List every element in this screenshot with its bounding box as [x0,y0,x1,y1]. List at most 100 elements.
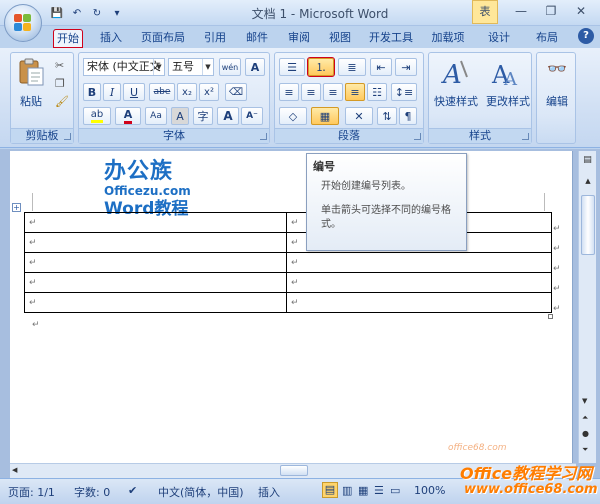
help-icon[interactable]: ? [578,28,594,44]
table-cell[interactable]: ↵ [286,272,552,293]
prev-page-icon[interactable]: ⏶ [582,413,588,423]
show-marks-icon[interactable]: ¶ [399,107,417,125]
paste-icon[interactable] [17,57,45,87]
quick-styles-icon[interactable]: A [441,57,471,90]
tab-review[interactable]: 审阅 [284,29,314,48]
select-browse-object-icon[interactable]: ● [582,429,589,438]
zoom-level[interactable]: 100% [414,484,445,497]
tab-view[interactable]: 视图 [325,29,355,48]
office-button[interactable] [4,4,42,42]
restore-icon[interactable]: ❐ [538,2,564,20]
full-screen-reading-icon[interactable]: ▥ [342,484,352,497]
highlight-button[interactable]: ab [83,107,111,125]
insert-mode[interactable]: 插入 [258,484,280,500]
scroll-down-icon[interactable]: ▼ [582,397,587,405]
justify-icon[interactable]: ≡ [345,83,365,101]
tab-references[interactable]: 引用 [200,29,230,48]
chinese-layout-icon[interactable]: ✕ [345,107,373,125]
tab-add-ins[interactable]: 加载项 [428,29,468,48]
customize-qat-icon[interactable]: ▾ [110,6,124,20]
align-right-icon[interactable]: ≡ [323,83,343,101]
cut-icon[interactable]: ✂ [55,59,64,72]
document-table[interactable]: ↵ ↵ ↵ ↵ ↵ ↵ ↵ ↵ ↵ ↵ [24,212,552,313]
bold-button[interactable]: B [83,83,101,101]
next-page-icon[interactable]: ⏷ [582,445,588,455]
draft-view-icon[interactable]: ▭ [390,484,400,497]
decrease-indent-icon[interactable]: ⇤ [370,58,392,76]
align-left-icon[interactable]: ≡ [279,83,299,101]
table-cell[interactable]: ↵ [24,212,287,233]
change-styles-label[interactable]: 更改样式 [481,93,535,109]
numbering-icon[interactable]: ⒈ [307,57,335,77]
char-border-button[interactable]: A [245,58,265,76]
font-size-select[interactable]: 五号 ▼ [168,58,214,76]
line-spacing-icon[interactable]: ↕≡ [391,83,417,101]
phonetic-guide-button[interactable]: wén [219,58,241,76]
proofing-icon[interactable]: ✔ [128,484,137,497]
table-cell[interactable]: ↵ [24,292,287,313]
web-layout-icon[interactable]: ▦ [358,484,368,497]
distribute-icon[interactable]: ☷ [367,83,387,101]
outline-view-icon[interactable]: ☰ [374,484,384,497]
change-case-button[interactable]: Aa [145,107,167,125]
tab-developer[interactable]: 开发工具 [365,29,417,48]
font-dialog-launcher-icon[interactable] [260,133,267,140]
enclose-char-button[interactable]: 字 [193,107,213,125]
multilevel-list-icon[interactable]: ≣ [338,58,366,76]
editing-button[interactable]: 编辑 [537,93,577,109]
page-count[interactable]: 页面: 1/1 [8,484,55,500]
table-resize-handle-icon[interactable] [548,314,553,319]
tab-mailings[interactable]: 邮件 [242,29,272,48]
ruler-toggle-icon[interactable]: ▤ [581,155,594,168]
paste-label[interactable]: 粘贴 [13,93,49,109]
underline-button[interactable]: U [123,83,145,101]
styles-dialog-launcher-icon[interactable] [522,133,529,140]
table-move-handle-icon[interactable]: + [12,203,21,212]
subscript-button[interactable]: x₂ [177,83,197,101]
align-center-icon[interactable]: ≡ [301,83,321,101]
grow-font-button[interactable]: A [217,107,239,125]
clipboard-dialog-launcher-icon[interactable] [64,133,71,140]
scroll-left-icon[interactable]: ◀ [12,466,17,474]
font-name-select[interactable]: 宋体 (中文正文 ▼ [83,58,165,76]
format-painter-icon[interactable]: 🖌 [55,95,69,108]
borders-icon[interactable]: ▦ [311,107,339,125]
table-cell[interactable]: ↵ [24,232,287,253]
undo-icon[interactable]: ↶ [70,6,84,20]
scroll-thumb[interactable] [581,195,595,255]
language-status[interactable]: 中文(简体，中国) [158,484,244,500]
shrink-font-icon[interactable]: A⁻ [241,107,263,125]
minimize-icon[interactable]: — [508,2,534,20]
font-color-button[interactable]: A [115,107,141,125]
tab-insert[interactable]: 插入 [96,29,126,48]
table-cell[interactable]: ↵ [286,292,552,313]
tab-layout[interactable]: 布局 [532,29,562,48]
redo-icon[interactable]: ↻ [90,6,104,20]
paragraph-dialog-launcher-icon[interactable] [414,133,421,140]
clear-format-icon[interactable]: ⌫ [225,83,247,101]
table-cell[interactable]: ↵ [24,252,287,273]
quick-styles-label[interactable]: 快速样式 [429,93,483,109]
hscroll-thumb[interactable] [280,465,308,476]
shading-icon[interactable]: ◇ [279,107,307,125]
table-cell[interactable]: ↵ [286,252,552,273]
superscript-button[interactable]: x² [199,83,219,101]
print-layout-icon[interactable]: ▤ [322,482,338,498]
char-shading-button[interactable]: A [171,107,189,125]
strikethrough-button[interactable]: abe [149,83,175,101]
table-cell[interactable]: ↵ [24,272,287,293]
word-count[interactable]: 字数: 0 [74,484,110,500]
vertical-scrollbar[interactable]: ▤ ▲ ▼ ⏶ ● ⏷ [578,151,596,463]
increase-indent-icon[interactable]: ⇥ [395,58,417,76]
binoculars-icon[interactable]: 👓 [545,59,569,83]
tab-home[interactable]: 开始 [53,29,83,48]
tab-design[interactable]: 设计 [484,29,514,48]
save-icon[interactable]: 💾 [50,6,64,20]
copy-icon[interactable]: ❐ [55,77,65,90]
close-icon[interactable]: ✕ [568,2,594,20]
italic-button[interactable]: I [103,83,121,101]
tab-page-layout[interactable]: 页面布局 [138,29,188,48]
scroll-up-icon[interactable]: ▲ [582,177,594,187]
sort-icon[interactable]: ⇅ [377,107,397,125]
bullets-icon[interactable]: ☰ [279,58,305,76]
